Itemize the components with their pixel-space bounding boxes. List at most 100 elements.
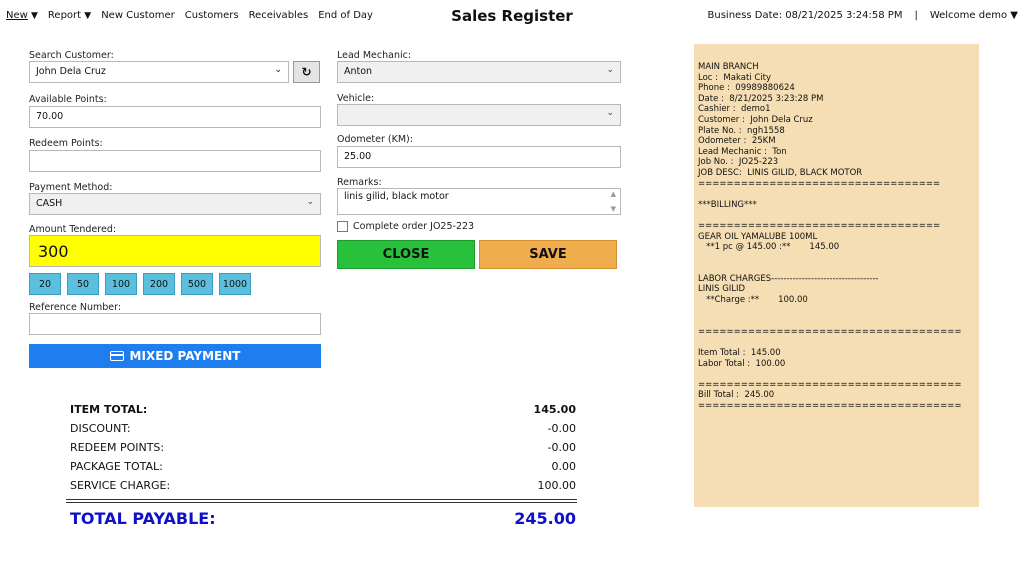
receipt-line: Labor Total : 100.00 <box>698 358 786 369</box>
receipt-line <box>698 306 975 317</box>
payment-method-label: Payment Method: <box>29 182 113 193</box>
remarks-textarea[interactable]: linis gilid, black motor ▲ ▼ <box>337 188 621 215</box>
available-points-label: Available Points: <box>29 94 107 105</box>
receipt-line: Bill Total : 245.00 <box>698 390 775 401</box>
item-total-value: 145.00 <box>533 403 576 416</box>
top-bar: New ▼ Report ▼ New Customer Customers Re… <box>0 0 1024 32</box>
search-customer-value: John Dela Cruz <box>36 66 106 77</box>
search-customer-label: Search Customer: <box>29 50 114 61</box>
receipt-line <box>698 253 975 264</box>
receipt-line <box>698 316 975 327</box>
credit-card-icon <box>109 351 124 361</box>
receipt-line <box>698 210 975 221</box>
receipt-line: ===================================== <box>698 401 962 411</box>
quick-amount-200-button[interactable]: 200 <box>143 273 175 295</box>
quick-amount-1000-button[interactable]: 1000 <box>219 273 251 295</box>
chevron-down-icon: ⌄ <box>306 197 314 207</box>
amount-tendered-label: Amount Tendered: <box>29 224 117 235</box>
refresh-customer-button[interactable]: ↻ <box>293 61 320 83</box>
receipt-line: Lead Mechanic : Ton <box>698 146 787 157</box>
quick-amount-20-button[interactable]: 20 <box>29 273 61 295</box>
chevron-down-icon: ⌄ <box>606 108 614 118</box>
mixed-payment-button[interactable]: MIXED PAYMENT <box>29 344 321 368</box>
receipt-line: Job No. : JO25-223 <box>698 157 779 168</box>
total-payable-label: TOTAL PAYABLE: <box>70 509 216 528</box>
receipt-line <box>698 189 975 200</box>
odometer-label: Odometer (KM): <box>337 134 413 145</box>
refresh-icon: ↻ <box>301 65 312 79</box>
receipt-line: LABOR CHARGES---------------------------… <box>698 273 879 284</box>
receipt-line: JOB DESC: LINIS GILID, BLACK MOTOR <box>698 167 863 178</box>
chevron-down-icon: ⌄ <box>274 65 282 75</box>
quick-amount-100-button[interactable]: 100 <box>105 273 137 295</box>
total-payable-value: 245.00 <box>514 509 576 528</box>
receipt-line: Cashier : demo1 <box>698 104 771 115</box>
redeem-points-total-value: -0.00 <box>547 441 576 454</box>
receipt-line: **1 pc @ 145.00 :** 145.00 <box>698 242 840 253</box>
odometer-field[interactable]: 25.00 <box>337 146 621 168</box>
quick-amount-buttons: 20 50 100 200 500 1000 <box>29 273 251 295</box>
receipt-line: GEAR OIL YAMALUBE 100ML <box>698 231 818 242</box>
business-date: Business Date: 08/21/2025 3:24:58 PM <box>707 10 903 21</box>
payment-method-value: CASH <box>36 198 63 209</box>
receipt-line: Item Total : 145.00 <box>698 348 781 359</box>
receipt-line: ================================== <box>698 220 941 231</box>
reference-number-label: Reference Number: <box>29 302 122 313</box>
redeem-points-field[interactable] <box>29 150 321 172</box>
totals-divider <box>66 499 577 500</box>
remarks-value: linis gilid, black motor <box>344 191 449 202</box>
save-button[interactable]: SAVE <box>479 240 617 269</box>
vehicle-select[interactable]: ⌄ <box>337 104 621 126</box>
receipt-line: Customer : John Dela Cruz <box>698 114 813 125</box>
receipt-line <box>698 263 975 274</box>
receipt-line: Date : 8/21/2025 3:23:28 PM <box>698 93 824 104</box>
scroll-down-icon[interactable]: ▼ <box>611 205 616 213</box>
service-charge-value: 100.00 <box>537 479 577 492</box>
header-separator: | <box>914 10 918 21</box>
receipt-line: Odometer : 25KM <box>698 136 776 147</box>
receipt-line <box>698 337 975 348</box>
receipt-line: MAIN BRANCH <box>698 62 759 72</box>
search-customer-select[interactable]: John Dela Cruz ⌄ <box>29 61 289 83</box>
receipt-line: ***BILLING*** <box>698 199 757 210</box>
receipt-line: ===================================== <box>698 326 962 337</box>
amount-tendered-input[interactable]: 300 <box>29 235 321 267</box>
discount-label: DISCOUNT: <box>70 422 131 435</box>
receipt-line: LINIS GILID <box>698 284 746 295</box>
caret-down-icon: ▼ <box>1010 10 1018 21</box>
redeem-points-total-label: REDEEM POINTS: <box>70 441 165 454</box>
welcome-label: Welcome demo <box>929 10 1008 21</box>
payment-method-select[interactable]: CASH ⌄ <box>29 193 321 215</box>
receipt-line: **Charge :** 100.00 <box>698 295 808 306</box>
scroll-up-icon[interactable]: ▲ <box>611 190 616 198</box>
welcome-menu[interactable]: Welcome demo ▼ <box>930 10 1018 21</box>
lead-mechanic-value: Anton <box>344 66 373 77</box>
totals-divider <box>66 502 577 503</box>
remarks-label: Remarks: <box>337 177 382 188</box>
chevron-down-icon: ⌄ <box>606 65 614 75</box>
lead-mechanic-label: Lead Mechanic: <box>337 50 412 61</box>
receipt-preview: MAIN BRANCH Loc : Makati City Phone : 0998… <box>694 44 979 507</box>
mixed-payment-label: MIXED PAYMENT <box>129 349 241 363</box>
quick-amount-500-button[interactable]: 500 <box>181 273 213 295</box>
package-total-label: PACKAGE TOTAL: <box>70 460 163 473</box>
quick-amount-50-button[interactable]: 50 <box>67 273 99 295</box>
receipt-line <box>698 369 975 380</box>
close-button[interactable]: CLOSE <box>337 240 475 269</box>
receipt-line: ================================== <box>698 178 941 189</box>
receipt-line: ===================================== <box>698 379 962 390</box>
receipt-line: Plate No. : ngh1558 <box>698 125 785 136</box>
receipt-line: Phone : 09989880624 <box>698 83 795 94</box>
service-charge-label: SERVICE CHARGE: <box>70 479 171 492</box>
receipt-line: Loc : Makati City <box>698 72 772 83</box>
reference-number-field[interactable] <box>29 313 321 335</box>
available-points-field[interactable]: 70.00 <box>29 106 321 128</box>
item-total-label: ITEM TOTAL: <box>70 403 148 416</box>
complete-order-label: Complete order JO25-223 <box>353 221 475 232</box>
header-info: Business Date: 08/21/2025 3:24:58 PM | W… <box>708 10 1018 21</box>
package-total-value: 0.00 <box>551 460 577 473</box>
complete-order-checkbox[interactable] <box>337 221 348 232</box>
redeem-points-label: Redeem Points: <box>29 138 103 149</box>
lead-mechanic-select[interactable]: Anton ⌄ <box>337 61 621 83</box>
vehicle-label: Vehicle: <box>337 93 375 104</box>
